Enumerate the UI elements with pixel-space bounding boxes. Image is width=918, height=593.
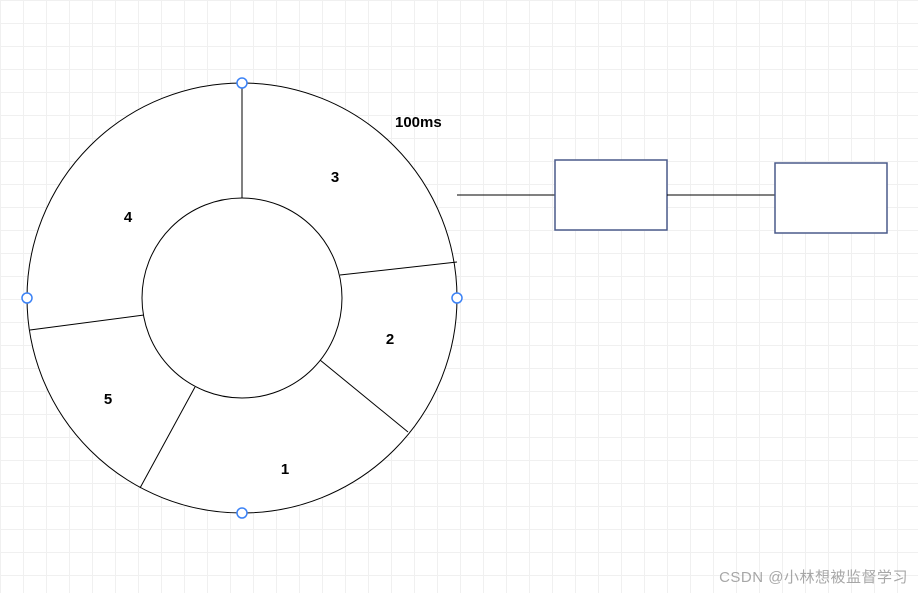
sector-5-label: 5 bbox=[104, 391, 112, 408]
selection-handle-n[interactable] bbox=[237, 78, 247, 88]
sector-3-label: 3 bbox=[331, 169, 339, 186]
selection-handle-s[interactable] bbox=[237, 508, 247, 518]
sector-4-label: 4 bbox=[124, 209, 133, 226]
sector-2-label: 2 bbox=[386, 331, 394, 348]
time-annotation: 100ms bbox=[395, 114, 442, 131]
diagram-svg: 1 2 3 4 5 100ms bbox=[0, 0, 918, 593]
inner-hub[interactable] bbox=[142, 198, 342, 398]
selection-handle-e[interactable] bbox=[452, 293, 462, 303]
box-2[interactable] bbox=[775, 163, 887, 233]
sector-1-label: 1 bbox=[281, 461, 289, 478]
selection-handle-w[interactable] bbox=[22, 293, 32, 303]
box-1[interactable] bbox=[555, 160, 667, 230]
